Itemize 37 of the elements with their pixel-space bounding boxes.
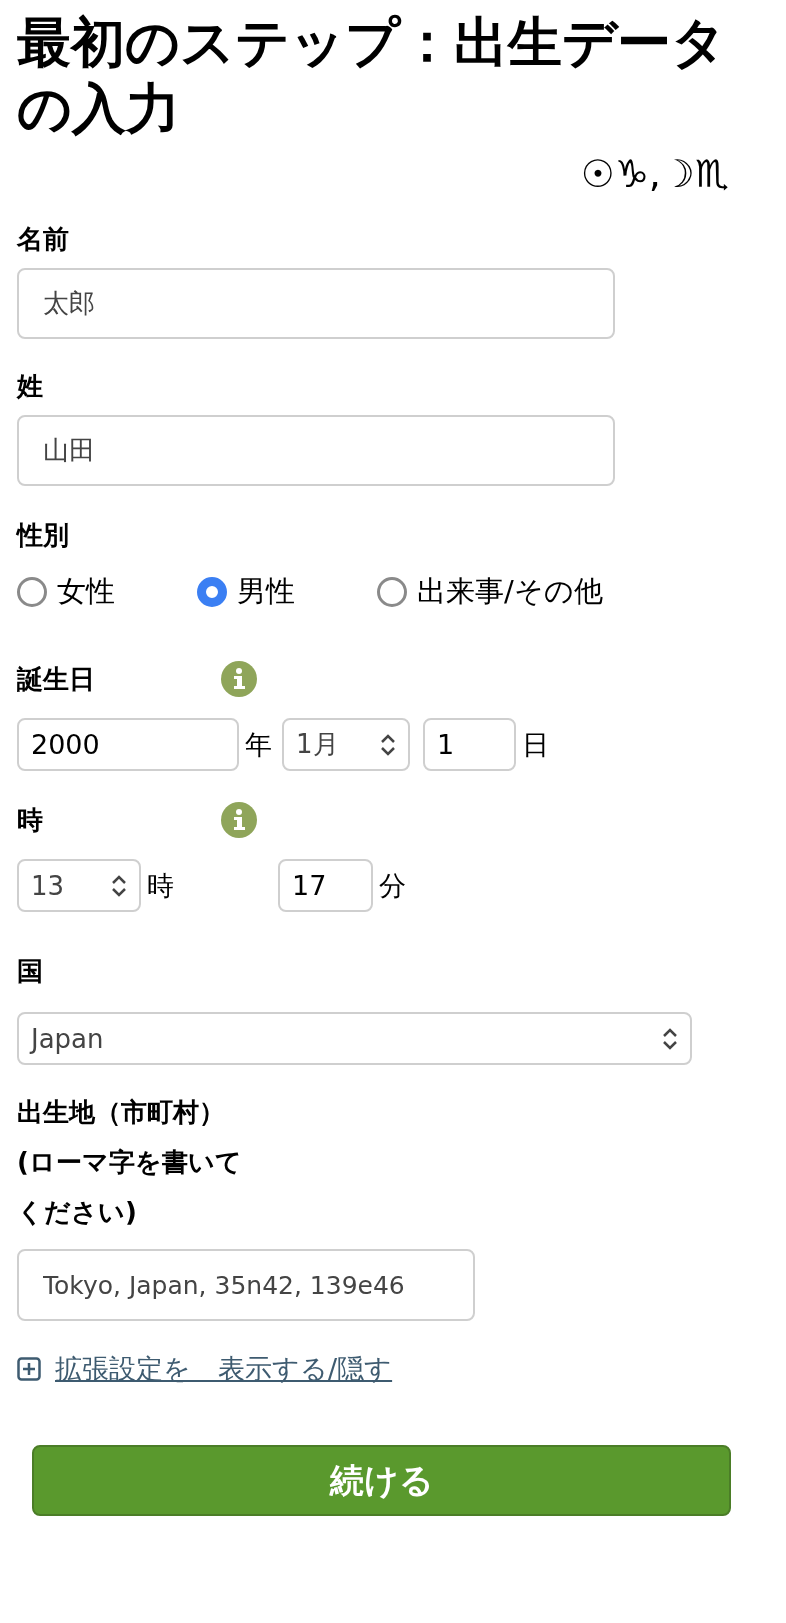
radio-button[interactable]: [377, 577, 407, 607]
month-select[interactable]: 1月: [282, 718, 410, 771]
year-field[interactable]: 2000: [17, 718, 239, 771]
option-label: 出来事/その他: [417, 573, 603, 610]
unit-label: 年: [245, 727, 272, 762]
unit-label: 時: [147, 868, 174, 903]
chevron-icon: [111, 874, 127, 897]
gender-option[interactable]: 出来事/その他: [377, 572, 637, 612]
radio-button[interactable]: [17, 577, 47, 607]
unit-label: 日: [522, 727, 549, 762]
plus-square-icon: [17, 1357, 41, 1381]
gender-option[interactable]: 女性: [17, 572, 197, 612]
option-label: 女性: [57, 573, 115, 610]
option-label: 男性: [237, 573, 295, 610]
field-label: 名前: [17, 223, 70, 256]
zodiac-signs: ☉♑,☽♏: [580, 151, 729, 198]
birthplace-field[interactable]: Tokyo, Japan, 35n42, 139e46: [17, 1249, 475, 1321]
hour-select[interactable]: 13: [17, 859, 141, 912]
minute-field[interactable]: 17: [278, 859, 373, 912]
chevron-icon: [662, 1027, 678, 1050]
country-select[interactable]: Japan: [17, 1012, 692, 1065]
chevron-icon: [380, 733, 396, 756]
field-label: 姓: [17, 370, 44, 403]
field-label: 国: [17, 955, 44, 988]
name-field[interactable]: 太郎: [17, 268, 615, 339]
field-label: 誕生日: [17, 663, 95, 696]
gender-option[interactable]: 男性: [197, 572, 377, 612]
info-icon[interactable]: [221, 802, 257, 838]
field-label: 性別: [17, 519, 70, 552]
radio-button[interactable]: [197, 577, 227, 607]
page-title: 最初のステップ：出生データの入力: [17, 10, 727, 142]
surname-field[interactable]: 山田: [17, 415, 615, 486]
field-label: 出生地（市町村）(ローマ字を書いてください): [17, 1096, 243, 1229]
info-icon[interactable]: [221, 661, 257, 697]
day-field[interactable]: 1: [423, 718, 516, 771]
unit-label: 分: [379, 868, 406, 903]
field-label: 時: [17, 804, 43, 837]
